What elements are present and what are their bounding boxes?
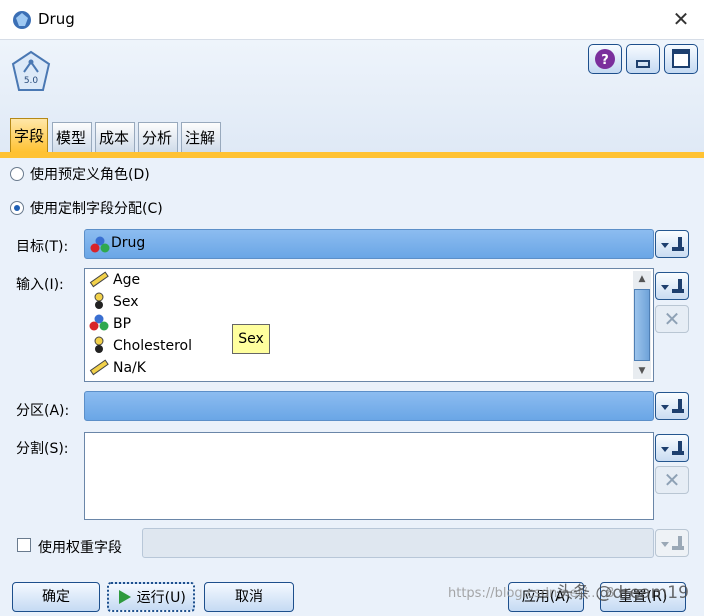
target-value: Drug	[111, 235, 146, 251]
maximize-button[interactable]	[664, 44, 698, 74]
tab-analysis[interactable]: 分析	[138, 122, 178, 152]
svg-text:?: ?	[601, 53, 609, 68]
partition-field[interactable]	[84, 391, 654, 421]
inputs-remove-button[interactable]: ✕	[655, 305, 689, 333]
tab-fields[interactable]: 字段	[10, 118, 48, 152]
field-picker-icon	[661, 279, 684, 293]
field-picker-icon	[661, 441, 684, 455]
cancel-button[interactable]: 取消	[204, 582, 294, 612]
continuous-ruler-icon	[89, 271, 109, 288]
run-button[interactable]: 运行(U)	[107, 582, 195, 612]
split-list[interactable]	[84, 432, 654, 520]
watermark-handle: 头条 @dream19	[556, 583, 689, 603]
node-version-label: 5.0	[24, 76, 39, 86]
ok-button[interactable]: 确定	[12, 582, 100, 612]
target-field-picker-button[interactable]	[655, 230, 689, 258]
flag-field-icon	[94, 292, 104, 309]
node-model-icon: 5.0	[11, 50, 51, 91]
radio-custom-assignment[interactable]: 使用定制字段分配(C)	[10, 198, 163, 218]
app-logo-icon	[13, 11, 31, 29]
inputs-field-picker-button[interactable]	[655, 272, 689, 300]
radio-label: 使用定制字段分配(C)	[30, 201, 163, 217]
partition-label: 分区(A):	[16, 403, 70, 419]
partition-field-picker-button[interactable]	[655, 392, 689, 420]
help-icon: ?	[595, 49, 615, 69]
radio-predefined-roles[interactable]: 使用预定义角色(D)	[10, 164, 150, 184]
field-picker-icon	[661, 237, 684, 251]
weight-label: 使用权重字段	[38, 540, 122, 556]
target-field[interactable]: Drug	[84, 229, 654, 259]
list-item[interactable]: Na/K	[89, 357, 146, 379]
list-item[interactable]: Sex	[89, 291, 139, 313]
tab-cost[interactable]: 成本	[95, 122, 135, 152]
tab-model[interactable]: 模型	[52, 122, 92, 152]
list-item[interactable]: Age	[89, 269, 140, 291]
radio-indicator[interactable]	[10, 201, 24, 215]
split-field-picker-button[interactable]	[655, 434, 689, 462]
scroll-down-icon[interactable]: ▼	[633, 363, 651, 379]
help-button[interactable]: ?	[588, 44, 622, 74]
inputs-label: 输入(I):	[16, 277, 64, 293]
inputs-scrollbar[interactable]: ▲ ▼	[633, 271, 651, 379]
nominal-field-icon	[90, 236, 110, 253]
title-bar: Drug ✕	[0, 0, 704, 40]
remove-x-icon: ✕	[663, 307, 681, 331]
radio-label: 使用预定义角色(D)	[30, 167, 150, 183]
split-remove-button[interactable]: ✕	[655, 466, 689, 494]
maximize-icon	[672, 49, 690, 68]
field-picker-icon	[661, 536, 684, 550]
play-icon	[119, 590, 132, 604]
remove-x-icon: ✕	[663, 468, 681, 492]
minimize-icon	[636, 60, 650, 68]
close-button[interactable]: ✕	[668, 6, 694, 32]
tab-annotations[interactable]: 注解	[181, 122, 221, 152]
continuous-ruler-icon	[89, 359, 109, 376]
flag-field-icon	[94, 336, 104, 353]
split-label: 分割(S):	[16, 441, 69, 457]
radio-indicator[interactable]	[10, 167, 24, 181]
field-picker-icon	[661, 399, 684, 413]
weight-field-picker-button	[655, 529, 689, 557]
window-title: Drug	[38, 10, 75, 28]
nominal-field-icon	[89, 314, 109, 331]
scroll-up-icon[interactable]: ▲	[633, 271, 651, 287]
weight-field	[142, 528, 654, 558]
field-tooltip: Sex	[232, 324, 270, 354]
weight-checkbox[interactable]	[17, 538, 31, 552]
list-item[interactable]: BP	[89, 313, 131, 335]
inputs-list[interactable]: Age Sex BP Cholesterol Na/K ▲ ▼	[84, 268, 654, 382]
list-item[interactable]: Cholesterol	[89, 335, 192, 357]
minimize-button[interactable]	[626, 44, 660, 74]
scroll-thumb[interactable]	[634, 289, 650, 361]
target-label: 目标(T):	[16, 239, 69, 255]
